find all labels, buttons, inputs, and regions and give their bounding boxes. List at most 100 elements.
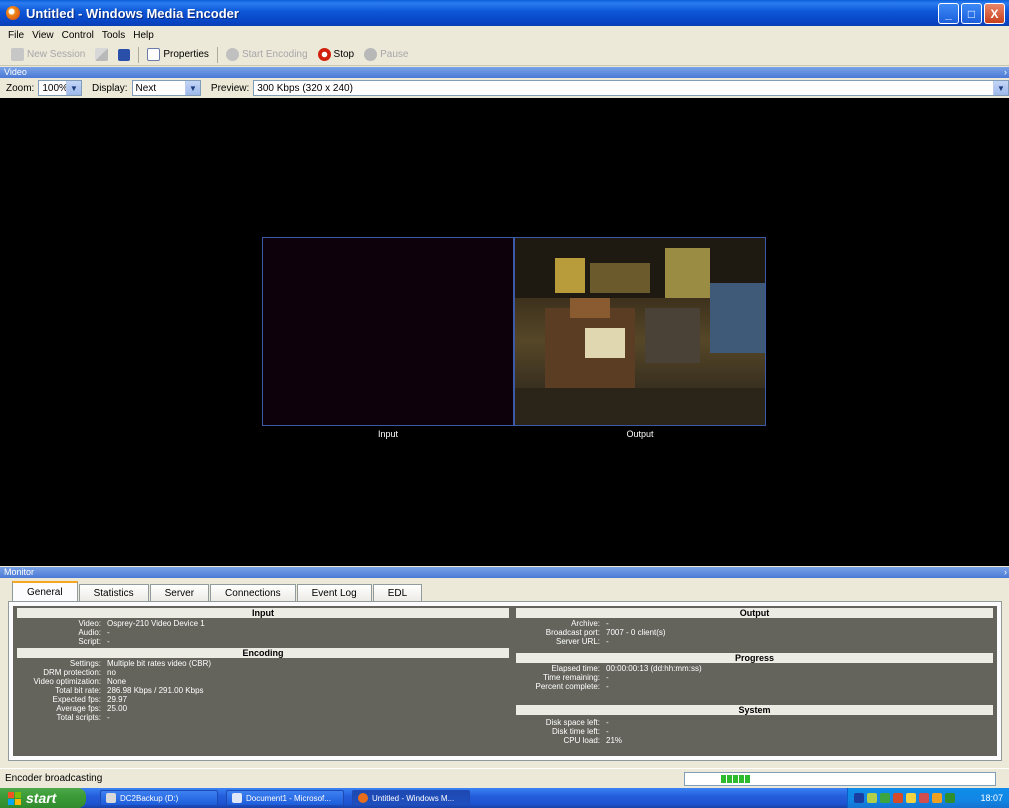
properties-label: Properties (163, 49, 209, 60)
system-row: Disk time left: - (516, 727, 609, 736)
open-icon (95, 48, 109, 61)
clock[interactable]: 18:07 (980, 793, 1003, 803)
row-value: - (606, 718, 609, 727)
taskbar-button-dc2backup[interactable]: DC2Backup (D:) (100, 790, 218, 806)
start-encoding-button[interactable]: Start Encoding (221, 45, 313, 65)
start-button[interactable]: start (0, 788, 86, 808)
taskbar-button-document1[interactable]: Document1 - Microsof... (226, 790, 344, 806)
input-group-title: Input (17, 608, 509, 618)
pane-close-icon[interactable]: › (1004, 567, 1007, 578)
title-bar[interactable]: Untitled - Windows Media Encoder _ □ X (0, 0, 1009, 26)
row-value: - (606, 637, 609, 646)
monitor-pane-title: Monitor (4, 567, 35, 577)
row-label: Server URL: (555, 637, 600, 646)
encoding-row: Total scripts: - (17, 713, 110, 722)
row-label: Expected fps: (52, 695, 101, 704)
chevron-down-icon[interactable]: ▼ (993, 81, 1008, 95)
save-button[interactable] (113, 45, 135, 65)
row-label: Script: (78, 637, 101, 646)
output-row: Server URL: - (516, 637, 609, 646)
toolbar-separator (216, 46, 218, 63)
row-value: - (606, 673, 609, 682)
progress-row: Elapsed time: 00:00:00:13 (dd:hh:mm:ss) (516, 664, 702, 673)
tab-edl[interactable]: EDL (372, 584, 423, 601)
status-text: Encoder broadcasting (5, 773, 103, 784)
row-value: 286.98 Kbps / 291.00 Kbps (107, 686, 204, 695)
row-label: Time remaining: (542, 673, 600, 682)
output-row: Broadcast port: 7007 - 0 client(s) (516, 628, 666, 637)
video-pane-title: Video (4, 67, 27, 77)
open-button[interactable] (90, 45, 113, 65)
row-label: Broadcast port: (545, 628, 600, 637)
row-value: 25.00 (107, 704, 128, 713)
tab-event-log[interactable]: Event Log (296, 584, 372, 601)
windows-logo-icon (8, 791, 21, 805)
pause-icon (364, 48, 378, 61)
row-label: Disk space left: (545, 718, 600, 727)
pause-button[interactable]: Pause (359, 45, 413, 65)
zoom-value: 100% (42, 82, 68, 94)
antivirus-icon[interactable] (880, 793, 890, 803)
row-label: DRM protection: (43, 668, 101, 677)
video-pane-header: Video › (0, 67, 1009, 78)
row-label: Total bit rate: (55, 686, 101, 695)
menu-control[interactable]: Control (58, 30, 98, 41)
taskbar-button-label: Document1 - Microsof... (246, 793, 331, 803)
monitor-tabs: General Statistics Server Connections Ev… (12, 581, 423, 601)
row-label: Total scripts: (56, 713, 101, 722)
taskbar-button-media-encoder[interactable]: Untitled - Windows M... (352, 790, 470, 806)
tab-server[interactable]: Server (149, 584, 210, 601)
chevron-down-icon[interactable]: ▼ (65, 81, 81, 95)
row-label: Audio: (78, 628, 101, 637)
row-label: Video: (78, 619, 101, 628)
menu-view[interactable]: View (28, 30, 58, 41)
menu-help[interactable]: Help (129, 30, 158, 41)
properties-button[interactable]: Properties (142, 45, 214, 65)
pause-label: Pause (380, 49, 409, 60)
preview-select[interactable]: 300 Kbps (320 x 240) ▼ (253, 80, 1009, 96)
maximize-button[interactable]: □ (961, 3, 982, 24)
chevron-down-icon[interactable]: ▼ (184, 81, 200, 95)
row-value: None (107, 677, 127, 686)
row-value: - (606, 682, 609, 691)
windows-media-encoder-icon[interactable] (6, 6, 20, 20)
row-label: CPU load: (563, 736, 600, 745)
drive-icon (106, 793, 116, 803)
encoding-row: Expected fps: 29.97 (17, 695, 128, 704)
tray-app-icon[interactable] (919, 793, 929, 803)
volume-icon[interactable] (893, 793, 903, 803)
display-select[interactable]: Next ▼ (131, 80, 201, 96)
tab-general[interactable]: General (12, 581, 78, 601)
new-session-button[interactable]: New Session (6, 45, 90, 65)
windows-media-encoder-icon (358, 793, 368, 803)
stop-button[interactable]: Stop (313, 45, 360, 65)
input-caption: Input (377, 429, 399, 439)
minimize-button[interactable]: _ (938, 3, 959, 24)
menu-tools[interactable]: Tools (98, 30, 129, 41)
system-group-title: System (516, 705, 993, 715)
tray-app-icon[interactable] (906, 793, 916, 803)
menu-file[interactable]: File (4, 30, 28, 41)
row-value: no (107, 668, 116, 677)
stop-icon (317, 48, 331, 61)
encoding-row: Settings: Multiple bit rates video (CBR) (17, 659, 211, 668)
properties-icon (147, 48, 161, 61)
broadcast-activity-indicator (684, 772, 996, 786)
pane-close-icon[interactable]: › (1004, 67, 1007, 78)
zoom-select[interactable]: 100% ▼ (38, 80, 82, 96)
row-value: Osprey-210 Video Device 1 (107, 619, 205, 628)
row-label: Disk time left: (551, 727, 600, 736)
tab-connections[interactable]: Connections (210, 584, 296, 601)
general-stats: Input Video: Osprey-210 Video Device 1 A… (13, 606, 997, 756)
taskbar: start DC2Backup (D:) Document1 - Microso… (0, 788, 1009, 808)
row-value: - (606, 727, 609, 736)
tray-app-icon[interactable] (932, 793, 942, 803)
monitor-panel: General Statistics Server Connections Ev… (0, 578, 1009, 766)
display-value: Next (135, 82, 157, 94)
back-arrow-icon[interactable] (854, 793, 864, 803)
network-icon[interactable] (867, 793, 877, 803)
stop-label: Stop (333, 49, 355, 60)
close-button[interactable]: X (984, 3, 1005, 24)
tab-statistics[interactable]: Statistics (78, 584, 149, 601)
tray-app-icon[interactable] (945, 793, 955, 803)
